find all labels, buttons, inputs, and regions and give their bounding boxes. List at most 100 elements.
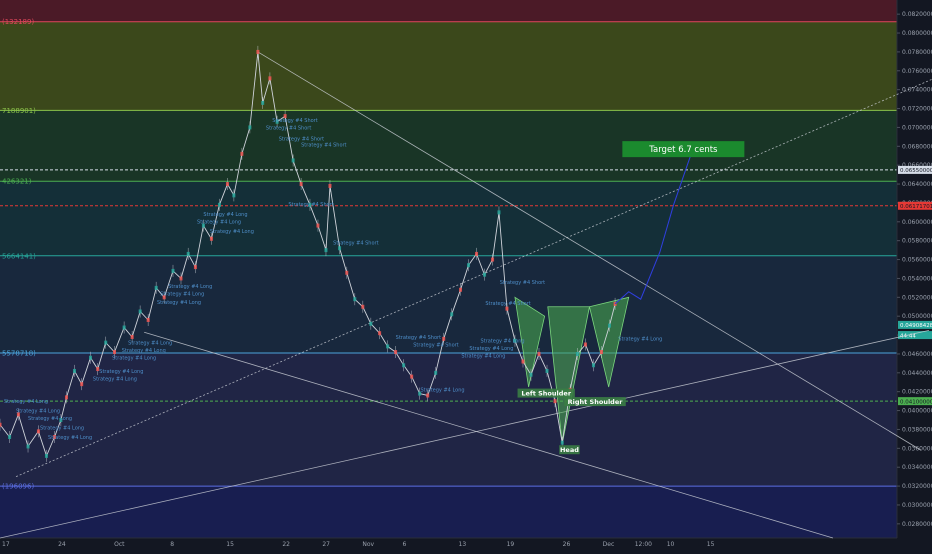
candle-body	[560, 440, 564, 445]
candle-body	[72, 368, 76, 373]
candle-body	[240, 151, 244, 156]
candle-body	[459, 287, 463, 292]
x-tick-label: Oct	[114, 541, 125, 548]
strategy-label: Strategy #4 Long	[99, 369, 143, 375]
fib-band	[0, 110, 897, 182]
price-label-text: 0.06550000	[900, 168, 932, 174]
candle-body	[467, 263, 471, 268]
fib-level-label: 7188901)	[2, 107, 36, 115]
candle-body	[537, 351, 541, 356]
strategy-label: Strategy #4 Short	[288, 202, 333, 208]
candle-body	[553, 399, 557, 404]
strategy-label: Strategy #4 Long	[618, 337, 662, 343]
strategy-label: Strategy #4 Long	[16, 408, 60, 414]
strategy-label: Strategy #4 Long	[112, 356, 156, 362]
strategy-label: Strategy #4 Long	[481, 339, 525, 345]
y-tick-label: 0.07800000	[902, 49, 932, 56]
candle-body	[426, 393, 430, 398]
x-tick-label: 6	[402, 541, 406, 548]
y-tick-label: 0.04600000	[902, 351, 932, 358]
y-tick-label: 0.07600000	[902, 68, 932, 75]
strategy-label: Strategy #4 Long	[48, 435, 92, 441]
y-tick-label: 0.05000000	[902, 313, 932, 320]
strategy-label: Strategy #4 Long	[160, 291, 204, 297]
x-tick-label: 8	[170, 541, 174, 548]
y-tick-label: 0.04000000	[902, 408, 932, 415]
candle-body	[316, 223, 320, 228]
candle-body	[154, 285, 158, 290]
candle-body	[521, 359, 525, 364]
y-tick-label: 0.08000000	[902, 30, 932, 37]
y-tick-label: 0.04200000	[902, 389, 932, 396]
candle-body	[64, 395, 68, 400]
candle-body	[8, 435, 12, 440]
strategy-label: Strategy #4 Long	[28, 416, 72, 422]
strategy-label: Strategy #4 Long	[420, 388, 464, 394]
x-tick-label: 27	[322, 541, 330, 548]
candle-body	[450, 312, 454, 317]
candle-body	[394, 350, 398, 355]
candle-body	[583, 342, 587, 347]
strategy-label: Strategy #4 Long	[93, 376, 137, 382]
candle-body	[353, 297, 357, 302]
candle-body	[261, 100, 265, 105]
candle-body	[328, 183, 332, 188]
x-tick-label: 12:00	[635, 541, 652, 548]
y-tick-label: 0.03000000	[902, 502, 932, 509]
y-tick-label: 0.05400000	[902, 275, 932, 282]
strategy-label: Strategy #4 Short	[301, 142, 346, 148]
candle-body	[291, 158, 295, 163]
y-tick-label: 0.06800000	[902, 143, 932, 150]
strategy-label: Strategy #4 Short	[396, 335, 441, 341]
fib-band	[0, 21, 897, 111]
candle-body	[497, 210, 501, 215]
y-tick-label: 0.05600000	[902, 257, 932, 264]
strategy-label: Strategy #4 Short	[333, 240, 378, 246]
price-label-text: 0.04908428	[900, 323, 932, 329]
candle-body	[491, 257, 495, 262]
y-tick-label: 0.07400000	[902, 87, 932, 94]
candle-body	[89, 355, 93, 360]
fib-level-label: (132189)	[2, 18, 34, 26]
candle-body	[475, 251, 479, 256]
candle-body	[607, 323, 611, 328]
candle-body	[44, 453, 48, 458]
candle-body	[575, 351, 579, 356]
strategy-label: Strategy #4 Long	[469, 346, 513, 352]
pattern-label: Head	[560, 446, 579, 454]
strategy-label: Strategy #4 Long	[168, 284, 212, 290]
x-tick-label: Dec	[603, 541, 615, 548]
candle-body	[171, 268, 175, 273]
y-tick-label: 0.05200000	[902, 294, 932, 301]
fib-level-label: 426321)	[2, 178, 32, 186]
y-tick-label: 0.03200000	[902, 483, 932, 490]
candle-body	[232, 193, 236, 198]
candle-body	[268, 76, 272, 81]
price-label-text: 0.04100000	[900, 399, 932, 405]
candle-body	[345, 270, 349, 275]
x-tick-label: 19	[507, 541, 515, 548]
candle-body	[225, 182, 229, 187]
candle-body	[209, 236, 213, 241]
candle-body	[80, 382, 84, 387]
candle-body	[434, 370, 438, 375]
strategy-label: Strategy #4 Short	[272, 118, 317, 124]
candle-body	[410, 374, 414, 379]
candle-body	[113, 350, 117, 355]
candle-body	[217, 202, 221, 207]
candle-body	[599, 350, 603, 355]
candle-body	[0, 422, 2, 427]
strategy-label: Strategy #4 Long	[461, 354, 505, 360]
candle-body	[361, 304, 365, 309]
fib-band	[0, 181, 897, 256]
candle-body	[386, 344, 390, 349]
chart: (132189) 7188901) 426321) 5664141) 5578718) (…	[0, 0, 932, 550]
y-tick-label: 0.02800000	[902, 521, 932, 528]
fib-band	[0, 486, 897, 538]
strategy-label: Strategy #4 Long	[197, 220, 241, 226]
candle-body	[104, 340, 108, 345]
x-tick-label: 10	[667, 541, 675, 548]
candle-body	[179, 276, 183, 281]
candle-body	[505, 306, 509, 311]
candle-body	[545, 368, 549, 373]
